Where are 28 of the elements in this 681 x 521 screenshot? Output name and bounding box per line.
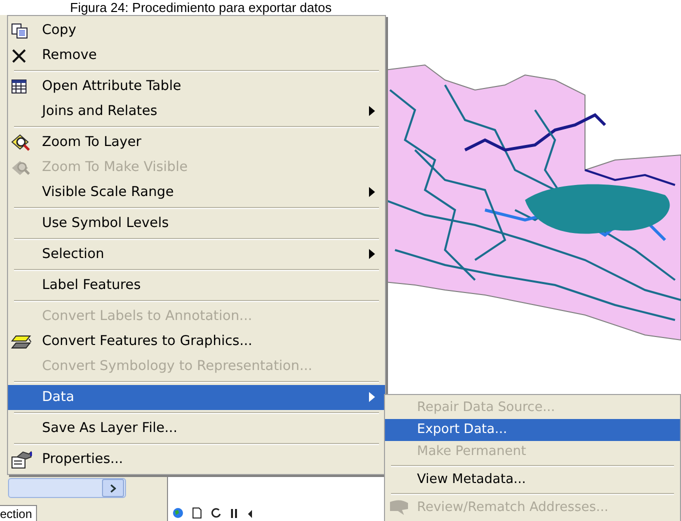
pause-icon[interactable] [230,507,238,519]
menu-item[interactable]: Copy [8,18,385,43]
menu-item[interactable]: Joins and Relates [8,99,385,124]
table-icon [11,79,27,94]
menu-item[interactable]: Properties... [8,447,385,472]
panel-tab[interactable]: ection [0,505,38,521]
close-icon [11,48,27,64]
menu-item[interactable]: Use Symbol Levels [8,211,385,236]
properties-icon [11,450,33,468]
page-icon[interactable] [192,507,202,519]
scroll-right-button[interactable] [102,479,124,497]
refresh-icon[interactable] [210,507,222,519]
globe-icon[interactable] [172,507,184,519]
menu-item[interactable]: Remove [8,43,385,68]
menu-item[interactable]: Visible Scale Range [8,180,385,205]
menu-item[interactable]: Save As Layer File... [8,416,385,441]
menu-item[interactable]: Export Data... [385,419,680,441]
menu-item[interactable]: Open Attribute Table [8,74,385,99]
menu-item[interactable]: Selection [8,242,385,267]
layers-icon [11,334,33,350]
menu-item[interactable]: View Metadata... [385,469,680,491]
menu-item[interactable]: Data [8,385,385,410]
menu-item[interactable]: Zoom To Layer [8,130,385,155]
chevron-right-icon [110,484,116,492]
copy-icon [11,22,29,38]
figure-caption: Figura 24: Procedimiento para exportar datos [70,0,332,15]
menu-item[interactable]: Label Features [8,273,385,298]
menu-item[interactable]: Convert Features to Graphics... [8,329,385,354]
